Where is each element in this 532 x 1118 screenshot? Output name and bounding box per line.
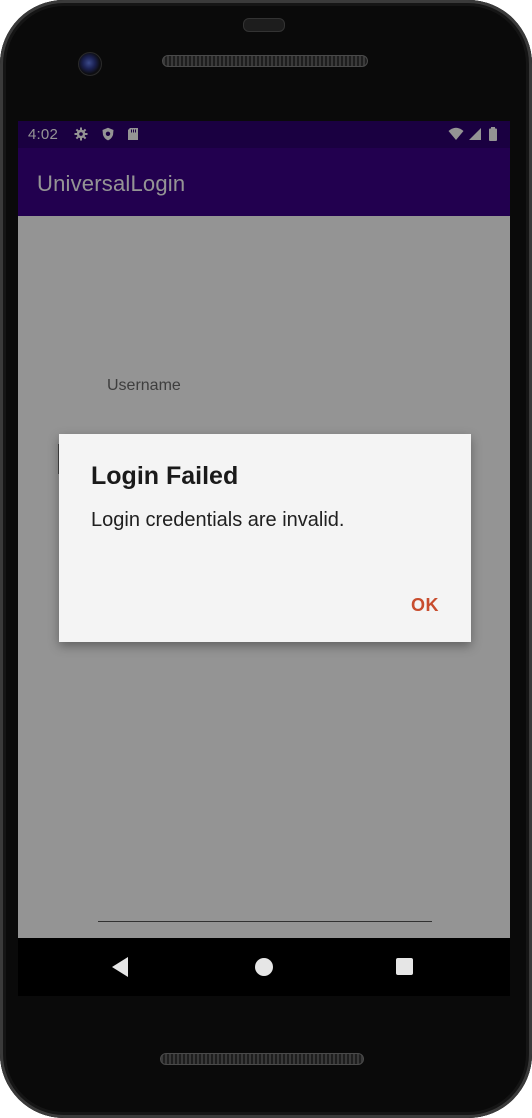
home-icon[interactable] <box>255 958 273 976</box>
back-icon[interactable] <box>112 957 128 977</box>
phone-frame: 4:02 UniversalLogin Username Login Faile… <box>0 0 532 1118</box>
ok-button[interactable]: OK <box>411 595 439 616</box>
navigation-bar <box>18 938 510 996</box>
dialog-message: Login credentials are invalid. <box>91 509 345 531</box>
alert-dialog: Login Failed Login credentials are inval… <box>59 434 471 642</box>
recents-icon[interactable] <box>396 958 413 975</box>
earpiece-speaker <box>162 55 368 67</box>
bottom-speaker <box>160 1053 364 1065</box>
top-slot <box>243 18 285 32</box>
dialog-title: Login Failed <box>91 462 239 490</box>
screen: 4:02 UniversalLogin Username Login Faile… <box>18 121 510 938</box>
front-camera <box>78 52 102 76</box>
